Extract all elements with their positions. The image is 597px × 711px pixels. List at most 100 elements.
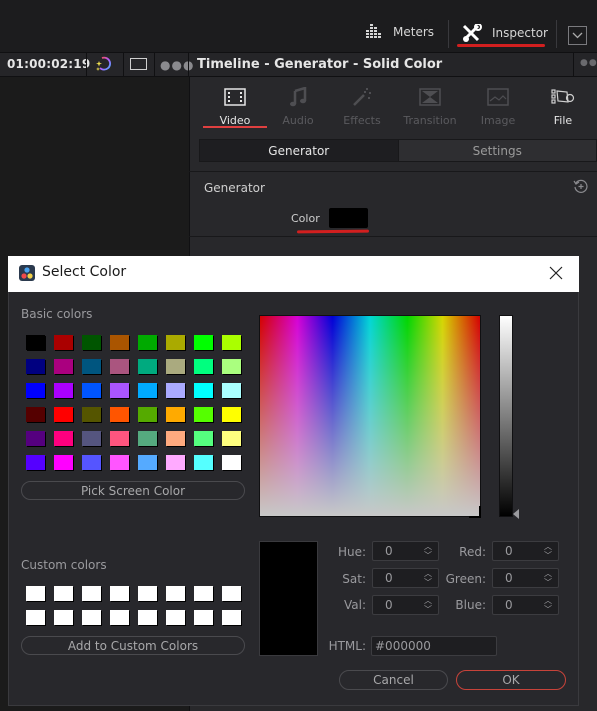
basic-color-swatch[interactable] — [222, 383, 241, 398]
basic-color-swatch[interactable] — [166, 431, 185, 446]
custom-color-swatch[interactable] — [194, 586, 213, 601]
spin-arrows-icon[interactable]: ︿ ﹀ — [544, 542, 552, 560]
custom-color-swatch[interactable] — [110, 610, 129, 625]
custom-color-swatch[interactable] — [54, 586, 73, 601]
basic-color-swatch[interactable] — [110, 359, 129, 374]
smart-reframe-button[interactable] — [94, 55, 114, 77]
inspector-options-icon[interactable]: ●● — [580, 58, 597, 68]
inspector-button[interactable]: Inspector — [462, 24, 548, 42]
custom-color-swatch[interactable] — [54, 610, 73, 625]
custom-color-swatch[interactable] — [138, 610, 157, 625]
green-spinbox[interactable]: 0 ︿ ﹀ — [492, 568, 559, 588]
basic-color-swatch[interactable] — [110, 431, 129, 446]
close-button[interactable] — [549, 264, 563, 285]
custom-color-swatch[interactable] — [222, 610, 241, 625]
basic-color-swatch[interactable] — [110, 407, 129, 422]
basic-color-swatch[interactable] — [82, 455, 101, 470]
custom-color-swatch[interactable] — [166, 586, 185, 601]
basic-color-swatch[interactable] — [166, 383, 185, 398]
val-spinbox[interactable]: 0 ︿ ﹀ — [372, 595, 439, 615]
custom-color-swatch[interactable] — [166, 610, 185, 625]
tab-effects[interactable]: Effects — [329, 86, 395, 127]
basic-color-swatch[interactable] — [26, 431, 45, 446]
basic-color-swatch[interactable] — [194, 359, 213, 374]
basic-color-swatch[interactable] — [82, 383, 101, 398]
segment-generator[interactable]: Generator — [200, 140, 399, 161]
blue-spinbox[interactable]: 0 ︿ ﹀ — [492, 595, 559, 615]
spin-arrows-icon[interactable]: ︿ ﹀ — [424, 596, 432, 614]
basic-color-swatch[interactable] — [26, 455, 45, 470]
hue-spinbox[interactable]: 0 ︿ ﹀ — [372, 541, 439, 561]
basic-color-swatch[interactable] — [26, 407, 45, 422]
basic-color-swatch[interactable] — [222, 359, 241, 374]
basic-color-swatch[interactable] — [110, 335, 129, 350]
custom-color-swatch[interactable] — [138, 586, 157, 601]
spin-arrows-icon[interactable]: ︿ ﹀ — [424, 569, 432, 587]
basic-color-swatch[interactable] — [26, 359, 45, 374]
custom-color-swatch[interactable] — [194, 610, 213, 625]
tab-file[interactable]: File — [530, 86, 596, 127]
value-slider-handle[interactable] — [513, 509, 519, 519]
basic-color-swatch[interactable] — [222, 335, 241, 350]
basic-color-swatch[interactable] — [166, 335, 185, 350]
custom-color-swatch[interactable] — [110, 586, 129, 601]
custom-color-swatch[interactable] — [82, 610, 101, 625]
custom-color-swatch[interactable] — [26, 610, 45, 625]
basic-color-swatch[interactable] — [54, 455, 73, 470]
red-spinbox[interactable]: 0 ︿ ﹀ — [492, 541, 559, 561]
segment-settings[interactable]: Settings — [399, 140, 597, 161]
sat-spinbox[interactable]: 0 ︿ ﹀ — [372, 568, 439, 588]
basic-color-swatch[interactable] — [194, 335, 213, 350]
color-swatch[interactable] — [329, 208, 368, 228]
basic-color-swatch[interactable] — [82, 359, 101, 374]
basic-color-swatch[interactable] — [138, 335, 157, 350]
basic-color-swatch[interactable] — [222, 455, 241, 470]
basic-color-swatch[interactable] — [26, 383, 45, 398]
custom-color-swatch[interactable] — [82, 586, 101, 601]
basic-color-swatch[interactable] — [166, 407, 185, 422]
basic-color-swatch[interactable] — [54, 407, 73, 422]
collapse-button[interactable] — [568, 26, 587, 45]
basic-color-swatch[interactable] — [138, 431, 157, 446]
add-to-custom-colors-button[interactable]: Add to Custom Colors — [21, 636, 245, 655]
basic-color-swatch[interactable] — [194, 383, 213, 398]
basic-color-swatch[interactable] — [54, 431, 73, 446]
basic-color-swatch[interactable] — [194, 407, 213, 422]
basic-color-swatch[interactable] — [138, 359, 157, 374]
tab-video[interactable]: Video — [202, 86, 268, 127]
basic-color-swatch[interactable] — [54, 359, 73, 374]
hue-saturation-picker[interactable] — [259, 315, 481, 517]
pick-screen-color-button[interactable]: Pick Screen Color — [21, 481, 245, 500]
basic-color-swatch[interactable] — [222, 407, 241, 422]
viewer-mode-icon[interactable] — [130, 58, 147, 70]
tab-image[interactable]: Image — [465, 86, 531, 127]
basic-color-swatch[interactable] — [194, 455, 213, 470]
custom-color-swatch[interactable] — [222, 586, 241, 601]
picker-crosshair[interactable] — [469, 506, 481, 518]
custom-color-swatch[interactable] — [26, 586, 45, 601]
basic-color-swatch[interactable] — [82, 335, 101, 350]
viewer-options-icon[interactable]: ●●● — [160, 58, 194, 72]
tab-transition[interactable]: Transition — [397, 86, 463, 127]
tab-audio[interactable]: Audio — [265, 86, 331, 127]
basic-color-swatch[interactable] — [26, 335, 45, 350]
basic-color-swatch[interactable] — [222, 431, 241, 446]
basic-color-swatch[interactable] — [138, 407, 157, 422]
basic-color-swatch[interactable] — [166, 359, 185, 374]
basic-color-swatch[interactable] — [194, 431, 213, 446]
spin-arrows-icon[interactable]: ︿ ﹀ — [544, 596, 552, 614]
basic-color-swatch[interactable] — [54, 383, 73, 398]
basic-color-swatch[interactable] — [82, 407, 101, 422]
basic-color-swatch[interactable] — [166, 455, 185, 470]
spin-arrows-icon[interactable]: ︿ ﹀ — [544, 569, 552, 587]
spin-arrows-icon[interactable]: ︿ ﹀ — [424, 542, 432, 560]
basic-color-swatch[interactable] — [54, 335, 73, 350]
meters-button[interactable]: Meters — [365, 24, 434, 40]
cancel-button[interactable]: Cancel — [339, 670, 448, 690]
ok-button[interactable]: OK — [456, 670, 566, 690]
reset-button[interactable] — [573, 179, 588, 198]
basic-color-swatch[interactable] — [82, 431, 101, 446]
basic-color-swatch[interactable] — [110, 455, 129, 470]
basic-color-swatch[interactable] — [138, 455, 157, 470]
basic-color-swatch[interactable] — [110, 383, 129, 398]
